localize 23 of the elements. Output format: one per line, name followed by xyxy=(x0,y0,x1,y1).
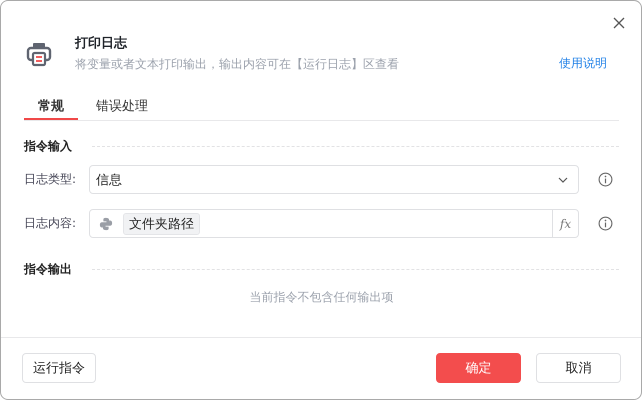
log-content-field[interactable]: 文件夹路径 fx xyxy=(89,209,579,238)
printer-icon xyxy=(26,40,52,66)
field-label: 日志内容: xyxy=(24,215,78,232)
dialog-title: 打印日志 xyxy=(75,34,128,52)
dialog-description: 将变量或者文本打印输出，输出内容可在【运行日志】区查看 xyxy=(75,56,400,73)
confirm-button[interactable]: 确定 xyxy=(436,353,521,383)
help-link[interactable]: 使用说明 xyxy=(559,55,607,72)
run-button[interactable]: 运行指令 xyxy=(22,353,96,383)
info-icon[interactable] xyxy=(598,216,613,231)
empty-message: 当前指令不包含任何输出项 xyxy=(248,289,394,306)
info-icon[interactable] xyxy=(598,172,613,187)
python-icon xyxy=(99,216,113,230)
tab[interactable]: 常规 xyxy=(24,91,78,120)
log-type-dropdown[interactable]: 信息 xyxy=(89,165,579,194)
variable-tag: 文件夹路径 xyxy=(123,212,200,234)
field-label: 日志类型: xyxy=(24,171,78,188)
formula-button[interactable]: fx xyxy=(552,210,578,237)
tab[interactable]: 错误处理 xyxy=(82,91,162,120)
section-title: 指令输出 xyxy=(24,261,72,278)
cancel-button[interactable]: 取消 xyxy=(536,353,621,383)
section-title: 指令输入 xyxy=(24,138,72,155)
chevron-down-icon xyxy=(558,176,568,182)
close-icon[interactable] xyxy=(613,17,625,29)
